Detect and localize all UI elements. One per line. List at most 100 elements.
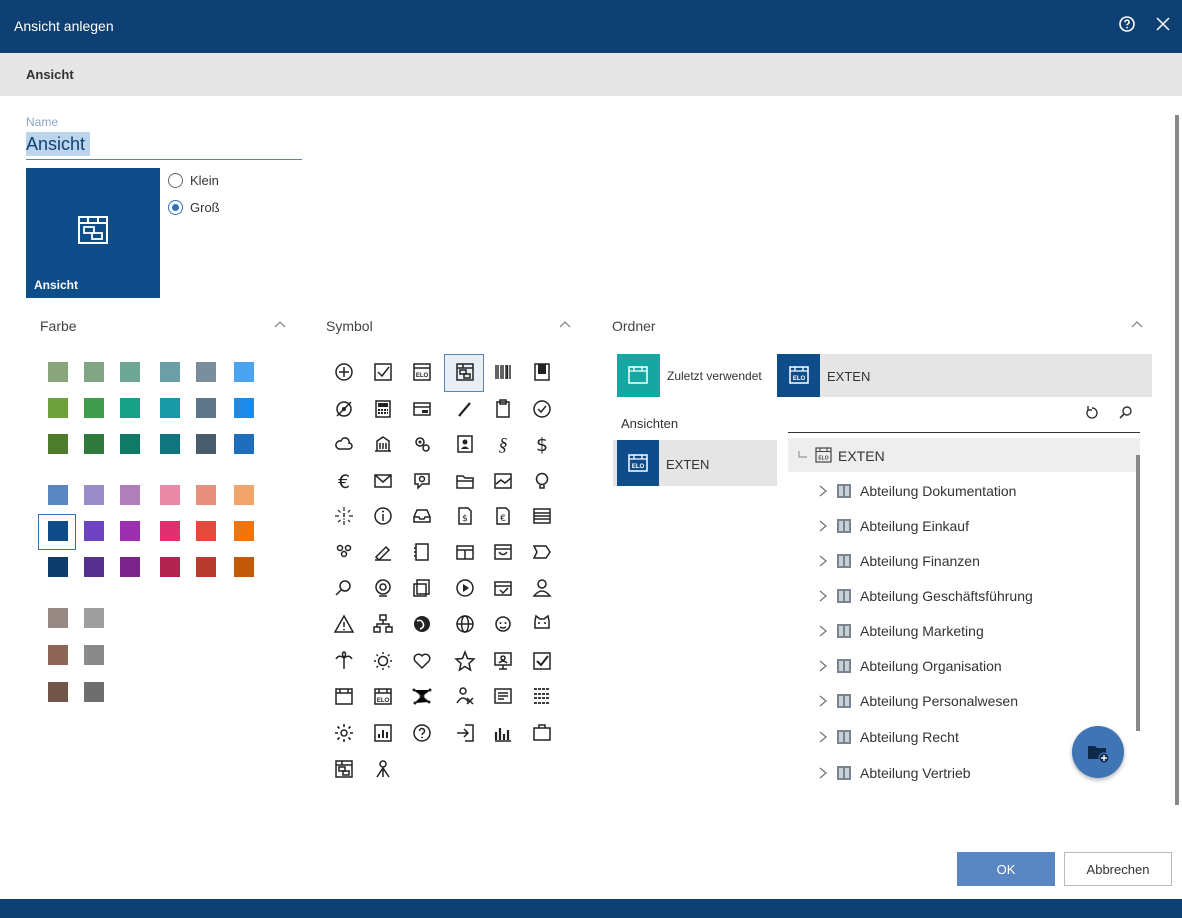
form-icon[interactable] [492,685,514,707]
card-icon[interactable] [411,398,433,420]
color-swatch[interactable] [160,362,180,382]
tree-root-exten[interactable]: ELO EXTEN [788,438,1140,472]
heart-icon[interactable] [411,650,433,672]
globe-icon[interactable] [454,613,476,635]
org-chart-icon[interactable] [372,613,394,635]
color-swatch[interactable] [234,521,254,541]
monkey-icon[interactable] [492,613,514,635]
building-icon[interactable] [372,433,394,455]
chevron-right-icon[interactable] [818,731,828,743]
tag-icon[interactable] [531,541,553,563]
people-icon[interactable] [333,541,355,563]
color-swatch[interactable] [48,485,68,505]
bar-chart-box-icon[interactable] [372,722,394,744]
color-swatch[interactable] [84,485,104,505]
size-option-gross[interactable]: Groß [168,197,220,217]
tree-item[interactable]: Abteilung Vertrieb [818,762,1118,786]
pen-icon[interactable] [454,398,476,420]
ok-button[interactable]: OK [957,852,1055,886]
color-swatch[interactable] [160,434,180,454]
color-swatch[interactable] [234,434,254,454]
tree-item[interactable]: Abteilung Marketing [818,620,1118,644]
tree-scrollbar[interactable] [1136,455,1140,731]
color-swatch[interactable] [48,645,68,665]
barcode-icon[interactable] [492,361,514,383]
color-swatch[interactable] [84,521,104,541]
chevron-right-icon[interactable] [818,485,828,497]
check-circle-icon[interactable] [531,398,553,420]
network-icon[interactable] [411,685,433,707]
tree-item[interactable]: Abteilung Finanzen [818,550,1118,574]
contact-card-icon[interactable] [454,433,476,455]
info-icon[interactable] [372,505,394,527]
color-swatch[interactable] [234,398,254,418]
elo-icon[interactable]: ELO [411,361,433,383]
add-circle-icon[interactable] [333,361,355,383]
notebook-icon[interactable] [411,541,433,563]
color-swatch[interactable] [160,557,180,577]
satellite-icon[interactable] [372,541,394,563]
user-icon[interactable] [531,577,553,599]
color-swatch[interactable] [160,398,180,418]
chevron-right-icon[interactable] [818,660,828,672]
tree-item[interactable]: Abteilung Geschäftsführung [818,585,1118,609]
name-input[interactable] [26,130,302,160]
statistics-icon[interactable] [492,722,514,744]
help-circle-icon[interactable] [411,722,433,744]
euro-icon[interactable]: € [333,470,355,492]
palm-tree-icon[interactable] [333,650,355,672]
dialog-scrollbar[interactable] [1175,115,1179,805]
tree-item[interactable]: Abteilung Personalwesen [818,690,1118,714]
gears-icon[interactable] [411,433,433,455]
recent-folders-button[interactable]: Zuletzt verwendet [617,354,777,397]
remove-user-icon[interactable] [454,685,476,707]
presentation-user-icon[interactable] [492,650,514,672]
tree-collapse-icon[interactable] [798,450,808,460]
color-swatch[interactable] [120,485,140,505]
close-icon[interactable] [1154,15,1172,33]
alert-burst-icon[interactable] [333,505,355,527]
collapse-ordner-icon[interactable] [1130,318,1144,332]
size-option-klein[interactable]: Klein [168,170,219,190]
collapse-symbol-icon[interactable] [558,318,572,332]
chevron-right-icon[interactable] [818,767,828,779]
lightbulb-icon[interactable] [531,470,553,492]
calculator-icon[interactable] [372,398,394,420]
dollar-icon[interactable]: $ [531,433,553,455]
document-stack-icon[interactable] [411,577,433,599]
color-swatch[interactable] [84,434,104,454]
tree-item[interactable]: Abteilung Dokumentation [818,480,1118,504]
color-swatch[interactable] [84,645,104,665]
image-icon[interactable] [492,470,514,492]
radio-circle-checked[interactable] [168,199,183,215]
inbox-icon[interactable] [411,505,433,527]
color-swatch[interactable] [120,362,140,382]
briefcase-icon[interactable] [531,722,553,744]
color-swatch[interactable] [48,682,68,702]
compass-icon[interactable] [333,398,355,420]
cancel-button[interactable]: Abbrechen [1064,852,1172,886]
color-swatch[interactable] [160,485,180,505]
repository-header[interactable]: ELO EXTEN [777,354,1152,397]
color-swatch[interactable] [84,362,104,382]
chevron-right-icon[interactable] [818,520,828,532]
login-icon[interactable] [454,722,476,744]
chevron-right-icon[interactable] [818,555,828,567]
search-icon[interactable] [1118,405,1134,421]
sun-icon[interactable] [372,650,394,672]
color-swatch[interactable] [160,521,180,541]
cat-icon[interactable] [531,613,553,635]
drawer-icon[interactable] [492,541,514,563]
warning-icon[interactable] [333,613,355,635]
elo-calendar-icon[interactable]: ELO [372,685,394,707]
invoice-euro-icon[interactable]: € [492,505,514,527]
color-swatch[interactable] [84,682,104,702]
inbox-check-icon[interactable] [492,577,514,599]
color-swatch[interactable] [48,434,68,454]
radio-circle[interactable] [168,172,183,188]
color-swatch[interactable] [234,485,254,505]
color-swatch[interactable] [196,398,216,418]
color-swatch[interactable] [120,557,140,577]
list-lines-icon[interactable] [531,505,553,527]
archive-box-icon[interactable] [454,541,476,563]
